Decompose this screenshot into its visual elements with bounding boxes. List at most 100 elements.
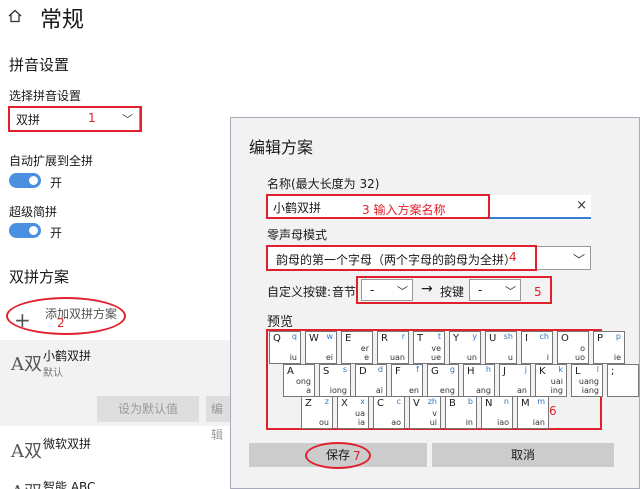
key-initial: g — [449, 365, 455, 374]
edit-button[interactable]: 编辑 — [206, 396, 232, 442]
key-final: uan — [389, 353, 405, 362]
key-final: ei — [325, 353, 333, 362]
key-initial: t — [437, 332, 441, 341]
annotation-number-7: 7 — [353, 449, 361, 463]
annotation-ellipse-2 — [6, 297, 126, 335]
key-letter: T — [417, 333, 424, 344]
key-l: Ll iang uang — [571, 364, 603, 397]
key-w: Ww ei — [305, 331, 337, 364]
super-short-label: 超级简拼 — [9, 205, 58, 219]
key-initial: zh — [427, 397, 437, 406]
auto-expand-toggle[interactable] — [9, 173, 41, 188]
key-initial: k — [558, 365, 563, 374]
key-t: Tt ue ve — [413, 331, 445, 364]
scheme-name: 智能 ABC — [43, 480, 96, 489]
key-final: in — [465, 418, 473, 427]
key-final: iao — [496, 418, 509, 427]
key-letter: G — [431, 366, 439, 377]
key-c: Cc ao — [373, 396, 405, 429]
key-final: ui — [429, 418, 437, 427]
key-letter: B — [449, 398, 456, 409]
key-letter: V — [413, 398, 420, 409]
key-letter: I — [525, 333, 528, 344]
pinyin-settings-heading: 拼音设置 — [9, 56, 70, 74]
key-letter: S — [323, 366, 330, 377]
key-final: uo — [575, 353, 585, 362]
page-title: 常规 — [40, 8, 85, 33]
key-letter: O — [561, 333, 569, 344]
key-final-extra: o — [580, 344, 585, 353]
key-final-extra: ve — [431, 344, 441, 353]
super-short-toggle[interactable] — [9, 223, 41, 238]
scheme-icon: A双 — [11, 354, 42, 375]
key-h: Hh ang — [463, 364, 495, 397]
key-p: Pp ie — [593, 331, 625, 364]
key-final: ing — [550, 386, 563, 395]
key-final: en — [409, 386, 419, 395]
key-n: Nn iao — [481, 396, 513, 429]
key-initial: z — [324, 397, 329, 406]
scheme-icon: A双 — [11, 478, 42, 489]
auto-expand-label: 自动扩展到全拼 — [9, 154, 94, 168]
key-j: Jj an — [499, 364, 531, 397]
syllable-label: 音节 — [332, 285, 357, 299]
key-letter: J — [503, 366, 506, 377]
key-letter: E — [345, 333, 352, 344]
key-final: un — [466, 353, 477, 362]
key-initial: d — [377, 365, 383, 374]
key-initial: l — [596, 365, 599, 374]
annotation-number-4: 4 — [509, 250, 517, 264]
key-final-extra: uang — [578, 377, 599, 386]
shuangpin-heading: 双拼方案 — [9, 268, 70, 286]
custom-key-label: 自定义按键: — [267, 285, 332, 299]
key-d: Dd ai — [355, 364, 387, 397]
key-final-extra: uai — [550, 377, 563, 386]
key-letter: U — [489, 333, 497, 344]
annotation-box-4 — [266, 245, 537, 271]
key-k: Kk ing uai — [535, 364, 567, 397]
key-a: Aa ong — [283, 364, 315, 397]
key-initial: ch — [539, 332, 549, 341]
cancel-button[interactable]: 取消 — [432, 443, 614, 467]
key-final: ou — [319, 418, 329, 427]
key-letter: N — [485, 398, 493, 409]
annotation-ellipse-7 — [305, 442, 371, 469]
key-letter: Q — [273, 333, 281, 344]
dialog-title: 编辑方案 — [249, 138, 314, 157]
close-icon[interactable]: × — [576, 198, 587, 213]
key-initial: r — [401, 332, 405, 341]
key-b: Bb in — [445, 396, 477, 429]
key-letter: P — [597, 333, 604, 344]
key-s: Ss iong — [319, 364, 351, 397]
annotation-number-2: 2 — [57, 316, 65, 330]
key-initial: w — [326, 332, 333, 341]
select-pinyin-label: 选择拼音设置 — [9, 89, 82, 103]
annotation-number-5: 5 — [534, 285, 542, 299]
key-final: iu — [289, 353, 297, 362]
home-icon[interactable] — [8, 9, 22, 23]
key-semicolon: ; — [607, 364, 639, 397]
scheme-name: 小鹤双拼 — [43, 349, 92, 363]
key-initial: h — [485, 365, 491, 374]
key-initial: sh — [503, 332, 513, 341]
annotation-box-5 — [356, 276, 552, 304]
key-initial: b — [467, 397, 473, 406]
edit-scheme-dialog: 编辑方案 名称(最大长度为 32) 小鹤双拼 × 3 输入方案名称 零声母模式 … — [230, 117, 640, 489]
key-letter: W — [309, 333, 319, 344]
key-initial: m — [537, 397, 545, 406]
key-m: Mm ian — [517, 396, 549, 429]
keyboard-row-2: Aa ong Ss iong Dd ai Ff en Gg eng Hh ang Jj an Kk ing ua… — [283, 364, 639, 397]
key-final: u — [507, 353, 513, 362]
key-final: ia — [357, 418, 365, 427]
key-final: e — [364, 353, 369, 362]
key-final: ai — [375, 386, 383, 395]
key-initial: f — [416, 365, 419, 374]
keyboard-row-1: Qq iu Ww ei Ee er Rr uan Tt ue ve Yy un Ush u Ich i Ouo o P… — [269, 331, 625, 364]
key-final: ue — [431, 353, 441, 362]
key-final: ao — [391, 418, 401, 427]
set-default-button[interactable]: 设为默认值 — [97, 396, 199, 422]
key-final: ang — [475, 386, 491, 395]
super-short-state: 开 — [50, 226, 63, 240]
scheme-icon: A双 — [11, 441, 42, 462]
annotation-number-1: 1 — [88, 111, 96, 125]
